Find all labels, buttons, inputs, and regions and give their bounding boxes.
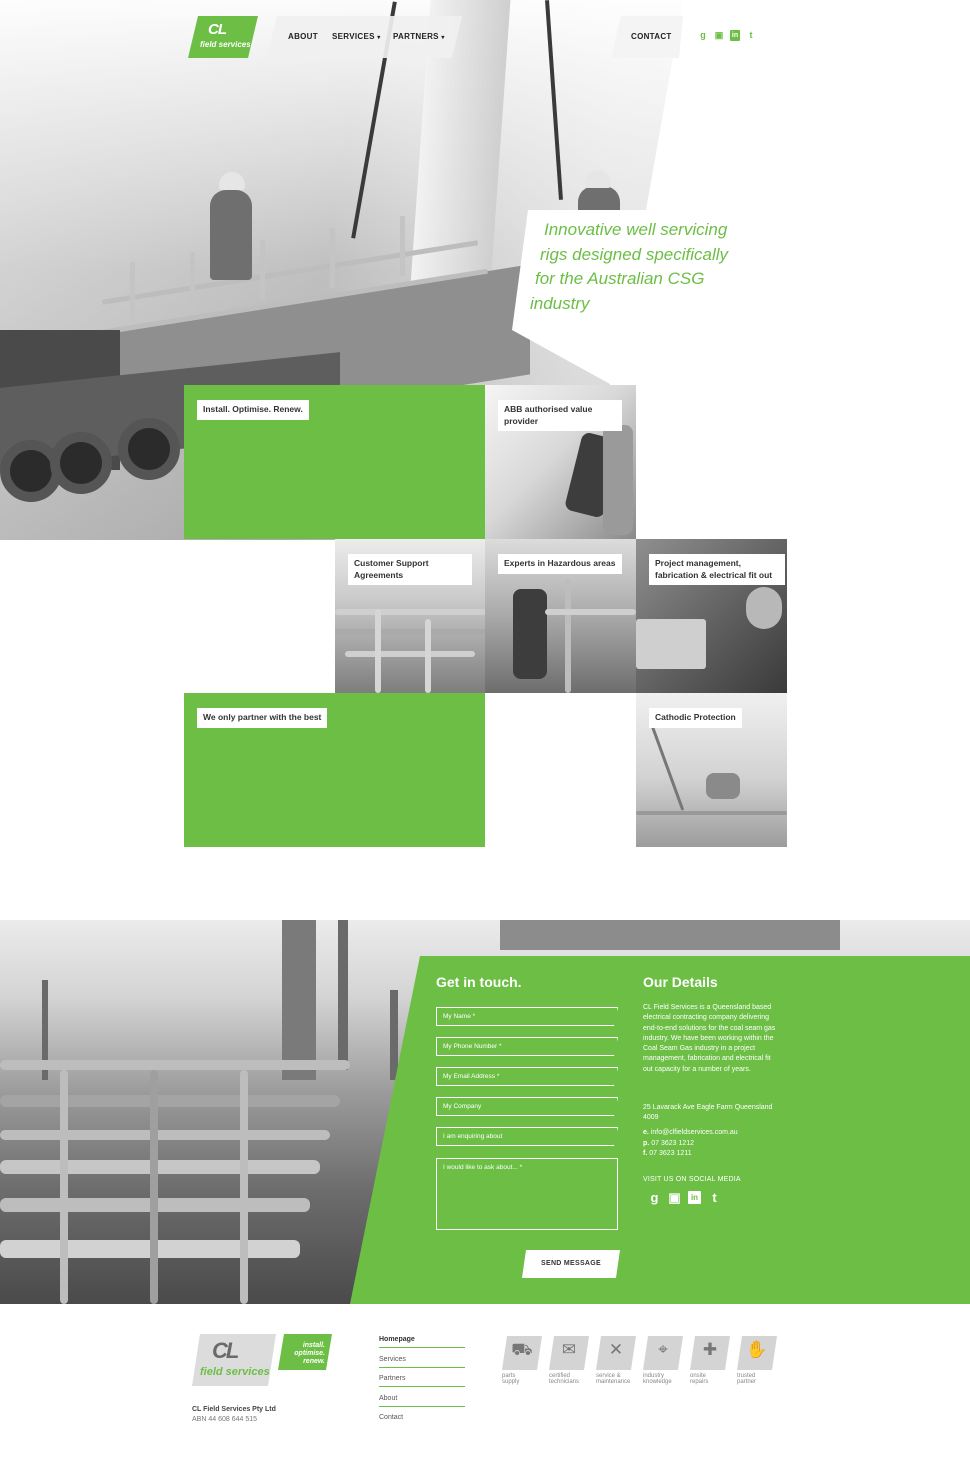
- name-field[interactable]: My Name *: [436, 1007, 618, 1026]
- footer-link-partners[interactable]: Partners: [379, 1375, 465, 1387]
- service-label: trusted partner: [737, 1373, 757, 1386]
- site-logo[interactable]: CL field services: [188, 16, 258, 58]
- footer-abn: ABN 44 608 644 515: [192, 1416, 257, 1423]
- tile-label: Customer Support Agreements: [348, 554, 472, 585]
- youtube-icon[interactable]: ▣: [714, 30, 724, 41]
- service-label: industry knowledge: [643, 1373, 672, 1386]
- footer-tagline: install. optimise. renew.: [294, 1342, 325, 1365]
- service-maintenance-icon-glyph: ✕: [608, 1340, 624, 1359]
- footer-link-about[interactable]: About: [379, 1395, 465, 1407]
- footer-link-contact[interactable]: Contact: [379, 1414, 465, 1425]
- service-label: service & maintenance: [596, 1373, 631, 1386]
- parts-supply-icon-glyph: ⛟: [511, 1340, 533, 1359]
- chevron-down-icon: ▾: [377, 35, 381, 41]
- youtube-icon[interactable]: ▣: [668, 1191, 681, 1204]
- nav-contact[interactable]: CONTACT: [631, 32, 672, 41]
- logo-text: field services: [200, 1366, 270, 1378]
- worker-figure: [210, 190, 252, 280]
- certified-technicians-icon-glyph: ✉: [561, 1340, 577, 1359]
- details-title: Our Details: [643, 974, 718, 990]
- linkedin-icon[interactable]: in: [688, 1191, 701, 1204]
- details-description: CL Field Services is a Queensland based …: [643, 1004, 776, 1073]
- tile-label: We only partner with the best: [197, 708, 328, 728]
- tile-customer-support[interactable]: Customer Support Agreements: [335, 539, 486, 693]
- message-textarea[interactable]: I would like to ask about... *: [436, 1158, 618, 1230]
- service-label: parts supply: [502, 1373, 520, 1386]
- header-social-links: g ▣ in t: [698, 30, 756, 41]
- logo-mark: CL: [212, 1338, 239, 1363]
- onsite-repairs-icon-glyph: ✚: [702, 1340, 718, 1359]
- tile-label: ABB authorised value provider: [498, 400, 622, 431]
- twitter-icon[interactable]: t: [708, 1191, 721, 1204]
- enquiry-field[interactable]: I am enquiring about: [436, 1127, 618, 1146]
- contact-form-title: Get in touch.: [436, 974, 522, 990]
- details-phone: p. 07 3623 1212: [643, 1140, 695, 1147]
- tile-label: Project management, fabrication & electr…: [649, 554, 785, 585]
- footer-link-homepage[interactable]: Homepage: [379, 1336, 465, 1348]
- nav-about[interactable]: ABOUT: [288, 32, 318, 41]
- logo-mark: CL: [208, 21, 227, 38]
- footer-logo[interactable]: CL field services install. optimise. ren…: [192, 1334, 332, 1386]
- service-label: certified technicians: [549, 1373, 580, 1386]
- industry-knowledge-icon-glyph: ⌖: [658, 1340, 668, 1359]
- send-message-button[interactable]: SEND MESSAGE: [522, 1250, 620, 1278]
- tile-label: Cathodic Protection: [649, 708, 742, 728]
- trusted-partner-icon-glyph: ✋: [746, 1340, 768, 1359]
- chevron-down-icon: ▾: [441, 35, 445, 41]
- company-field[interactable]: My Company: [436, 1097, 618, 1116]
- details-social-links: g ▣ in t: [648, 1191, 721, 1204]
- footer-link-services[interactable]: Services: [379, 1356, 465, 1368]
- tile-cathodic[interactable]: Cathodic Protection: [636, 693, 787, 847]
- google-plus-icon[interactable]: g: [648, 1191, 661, 1204]
- tile-install[interactable]: Install. Optimise. Renew.: [184, 385, 485, 539]
- linkedin-icon[interactable]: in: [730, 30, 740, 41]
- twitter-icon[interactable]: t: [746, 30, 756, 41]
- logo-text: field services: [200, 40, 251, 49]
- tile-label: Experts in Hazardous areas: [498, 554, 622, 574]
- email-field[interactable]: My Email Address *: [436, 1067, 618, 1086]
- footer-company-name: CL Field Services Pty Ltd: [192, 1406, 276, 1413]
- tile-partner[interactable]: We only partner with the best: [184, 693, 485, 847]
- nav-partners[interactable]: PARTNERS ▾: [393, 32, 445, 41]
- tile-label: Install. Optimise. Renew.: [197, 400, 309, 420]
- google-plus-icon[interactable]: g: [698, 30, 708, 41]
- tile-abb[interactable]: ABB authorised value provider: [485, 385, 636, 539]
- service-label: onsite repairs: [690, 1373, 709, 1386]
- tile-project[interactable]: Project management, fabrication & electr…: [636, 539, 787, 693]
- tile-hazardous[interactable]: Experts in Hazardous areas: [485, 539, 636, 693]
- details-email: e. info@clfieldservices.com.au: [643, 1129, 738, 1136]
- social-label: VISIT US ON SOCIAL MEDIA: [643, 1176, 741, 1183]
- hero-tagline: Innovative well servicing rigs designed …: [530, 220, 729, 313]
- details-address: 25 Lavarack Ave Eagle Farm Queensland 40…: [643, 1104, 773, 1122]
- details-fax: f. 07 3623 1211: [643, 1150, 692, 1157]
- nav-services[interactable]: SERVICES ▾: [332, 32, 381, 41]
- phone-field[interactable]: My Phone Number *: [436, 1037, 618, 1056]
